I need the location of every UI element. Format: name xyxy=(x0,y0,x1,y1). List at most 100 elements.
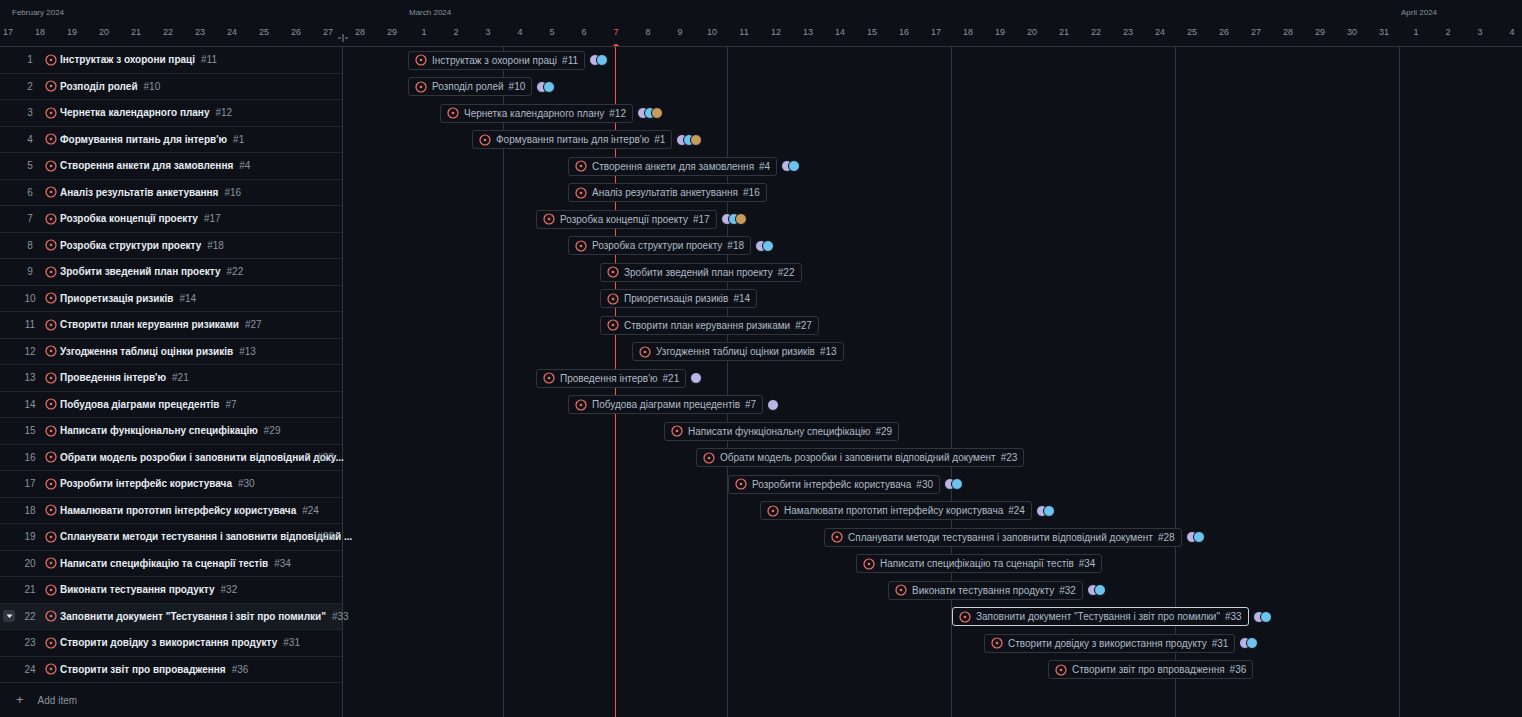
roadmap-bar[interactable]: Формування питань для інтерв'ю#1 xyxy=(472,130,672,149)
assignee-avatars[interactable] xyxy=(721,213,747,225)
roadmap-bar[interactable]: Заповнити документ "Тестування і звіт пр… xyxy=(952,607,1249,626)
item-title[interactable]: Розподіл ролей xyxy=(60,79,138,94)
item-row[interactable]: 2Розподіл ролей#10 xyxy=(0,74,342,101)
assignee-avatars[interactable] xyxy=(589,54,608,66)
assignee-avatars[interactable] xyxy=(1036,505,1055,517)
item-number: #13 xyxy=(239,344,256,359)
day-label: 17 xyxy=(0,26,24,47)
item-title[interactable]: Зробити зведений план проекту xyxy=(60,264,221,279)
item-title[interactable]: Проведення інтерв'ю xyxy=(60,370,166,385)
assignee-avatars[interactable] xyxy=(1253,611,1272,623)
item-row[interactable]: 10Приоретизація ризиків#14 xyxy=(0,286,342,313)
item-title[interactable]: Написати функціональну специфікацію xyxy=(60,423,258,438)
item-title[interactable]: Виконати тестування продукту xyxy=(60,582,215,597)
item-row[interactable]: 20Написати специфікацію та сценарії тест… xyxy=(0,551,342,578)
assignee-avatars[interactable] xyxy=(676,134,702,146)
item-row[interactable]: 24Створити звіт про впровадження#36 xyxy=(0,657,342,684)
item-row[interactable]: 19Спланувати методи тестування і заповни… xyxy=(0,524,342,551)
item-number: #21 xyxy=(172,370,189,385)
assignee-avatars[interactable] xyxy=(637,107,663,119)
item-row[interactable]: 15Написати функціональну специфікацію#29 xyxy=(0,418,342,445)
item-title[interactable]: Формування питань для інтерв'ю xyxy=(60,132,227,147)
item-title[interactable]: Написати специфікацію та сценарії тестів xyxy=(60,556,268,571)
roadmap-bar[interactable]: Інструктаж з охорони праці#11 xyxy=(408,51,585,70)
item-row[interactable]: 18Намалювати прототип інтерфейсу користу… xyxy=(0,498,342,525)
item-row[interactable]: 14Побудова діаграми прецедентів#7 xyxy=(0,392,342,419)
row-number: 16 xyxy=(18,450,42,465)
assignee-avatars[interactable] xyxy=(1239,637,1258,649)
timeline-row: Чернетка календарного плану#12 xyxy=(343,100,1522,127)
open-issue-icon xyxy=(45,504,57,516)
item-title[interactable]: Створити довідку з використання продукту xyxy=(60,635,277,650)
item-title[interactable]: Обрати модель розробки і заповнити відпо… xyxy=(60,450,344,465)
item-row[interactable]: 7Розробка концепції проекту#17 xyxy=(0,206,342,233)
timeline-row: Розробка концепції проекту#17 xyxy=(343,206,1522,233)
item-title[interactable]: Створити звіт про впровадження xyxy=(60,662,226,677)
roadmap-bar[interactable]: Розробити інтерфейс користувача#30 xyxy=(728,475,940,494)
item-title[interactable]: Побудова діаграми прецедентів xyxy=(60,397,220,412)
roadmap-bar[interactable]: Приоретизація ризиків#14 xyxy=(600,289,757,308)
item-title[interactable]: Аналіз результатів анкетування xyxy=(60,185,218,200)
roadmap-bar[interactable]: Розробка концепції проекту#17 xyxy=(536,210,717,229)
item-row[interactable]: 5Створення анкети для замовлення#4 xyxy=(0,153,342,180)
assignee-avatars[interactable] xyxy=(767,399,779,411)
item-title[interactable]: Створення анкети для замовлення xyxy=(60,158,233,173)
item-title[interactable]: Узгодження таблиці оцінки ризиків xyxy=(60,344,233,359)
roadmap-bar[interactable]: Розподіл ролей#10 xyxy=(408,77,532,96)
roadmap-bar[interactable]: Аналіз результатів анкетування#16 xyxy=(568,183,767,202)
roadmap-bar[interactable]: Створення анкети для замовлення#4 xyxy=(568,157,777,176)
roadmap-bar[interactable]: Узгодження таблиці оцінки ризиків#13 xyxy=(632,342,844,361)
assignee-avatars[interactable] xyxy=(781,160,800,172)
item-row[interactable]: 12Узгодження таблиці оцінки ризиків#13 xyxy=(0,339,342,366)
item-row[interactable]: 3Чернетка календарного плану#12 xyxy=(0,100,342,127)
roadmap-bar[interactable]: Обрати модель розробки і заповнити відпо… xyxy=(696,448,1024,467)
row-menu-button[interactable] xyxy=(3,610,15,622)
item-row[interactable]: 9Зробити зведений план проекту#22 xyxy=(0,259,342,286)
roadmap-bar[interactable]: Створити план керування ризиками#27 xyxy=(600,316,819,335)
item-row[interactable]: 1Інструктаж з охорони праці#11 xyxy=(0,47,342,74)
assignee-avatars[interactable] xyxy=(1087,584,1106,596)
roadmap-bar[interactable]: Зробити зведений план проекту#22 xyxy=(600,263,802,282)
item-title[interactable]: Приоретизація ризиків xyxy=(60,291,173,306)
item-row[interactable]: 17Розробити інтерфейс користувача#30 xyxy=(0,471,342,498)
item-row[interactable]: 6Аналіз результатів анкетування#16 xyxy=(0,180,342,207)
day-label: 26 xyxy=(1208,26,1240,47)
roadmap-bar[interactable]: Розробка структури проекту#18 xyxy=(568,236,751,255)
add-item-row[interactable]: +Add item xyxy=(0,683,342,717)
roadmap-bar[interactable]: Намалювати прототип інтерфейсу користува… xyxy=(760,501,1032,520)
roadmap-bar[interactable]: Написати специфікацію та сценарії тестів… xyxy=(856,554,1102,573)
row-number: 11 xyxy=(18,317,42,332)
item-row[interactable]: 4Формування питань для інтерв'ю#1 xyxy=(0,127,342,154)
item-title[interactable]: Чернетка календарного плану xyxy=(60,105,209,120)
roadmap-bar[interactable]: Чернетка календарного плану#12 xyxy=(440,104,633,123)
item-title[interactable]: Створити план керування ризиками xyxy=(60,317,239,332)
roadmap-bar[interactable]: Побудова діаграми прецедентів#7 xyxy=(568,395,763,414)
item-title[interactable]: Інструктаж з охорони праці xyxy=(60,52,195,67)
roadmap-bar[interactable]: Виконати тестування продукту#32 xyxy=(888,581,1083,600)
assignee-avatars[interactable] xyxy=(755,240,774,252)
item-title[interactable]: Розробка концепції проекту xyxy=(60,211,198,226)
item-row[interactable]: 16 Обрати модель розробки і заповнити від… xyxy=(0,445,342,472)
item-title[interactable]: Намалювати прототип інтерфейсу користува… xyxy=(60,503,296,518)
item-row[interactable]: 22Заповнити документ "Тестування і звіт … xyxy=(0,604,342,631)
assignee-avatars[interactable] xyxy=(944,478,963,490)
item-row[interactable]: 23Створити довідку з використання продук… xyxy=(0,630,342,657)
assignee-avatars[interactable] xyxy=(690,372,702,384)
item-row[interactable]: 13Проведення інтерв'ю#21 xyxy=(0,365,342,392)
roadmap-bar[interactable]: Створити звіт про впровадження#36 xyxy=(1048,660,1253,679)
roadmap-bar[interactable]: Спланувати методи тестування і заповнити… xyxy=(824,528,1182,547)
item-row[interactable]: 21Виконати тестування продукту#32 xyxy=(0,577,342,604)
item-title[interactable]: Розробка структури проекту xyxy=(60,238,201,253)
item-title[interactable]: Розробити інтерфейс користувача xyxy=(60,476,232,491)
resize-handle-icon[interactable] xyxy=(338,34,348,42)
roadmap-bar[interactable]: Проведення інтерв'ю#21 xyxy=(536,369,686,388)
assignee-avatars[interactable] xyxy=(1186,531,1205,543)
item-row[interactable]: 11Створити план керування ризиками#27 xyxy=(0,312,342,339)
day-label: 27 xyxy=(1240,26,1272,47)
roadmap-bar[interactable]: Написати функціональну специфікацію#29 xyxy=(664,422,899,441)
item-row[interactable]: 8Розробка структури проекту#18 xyxy=(0,233,342,260)
roadmap-bar[interactable]: Створити довідку з використання продукту… xyxy=(984,634,1235,653)
item-title[interactable]: Спланувати методи тестування і заповнити… xyxy=(60,529,352,544)
assignee-avatars[interactable] xyxy=(536,81,555,93)
item-title[interactable]: Заповнити документ "Тестування і звіт пр… xyxy=(60,609,326,624)
